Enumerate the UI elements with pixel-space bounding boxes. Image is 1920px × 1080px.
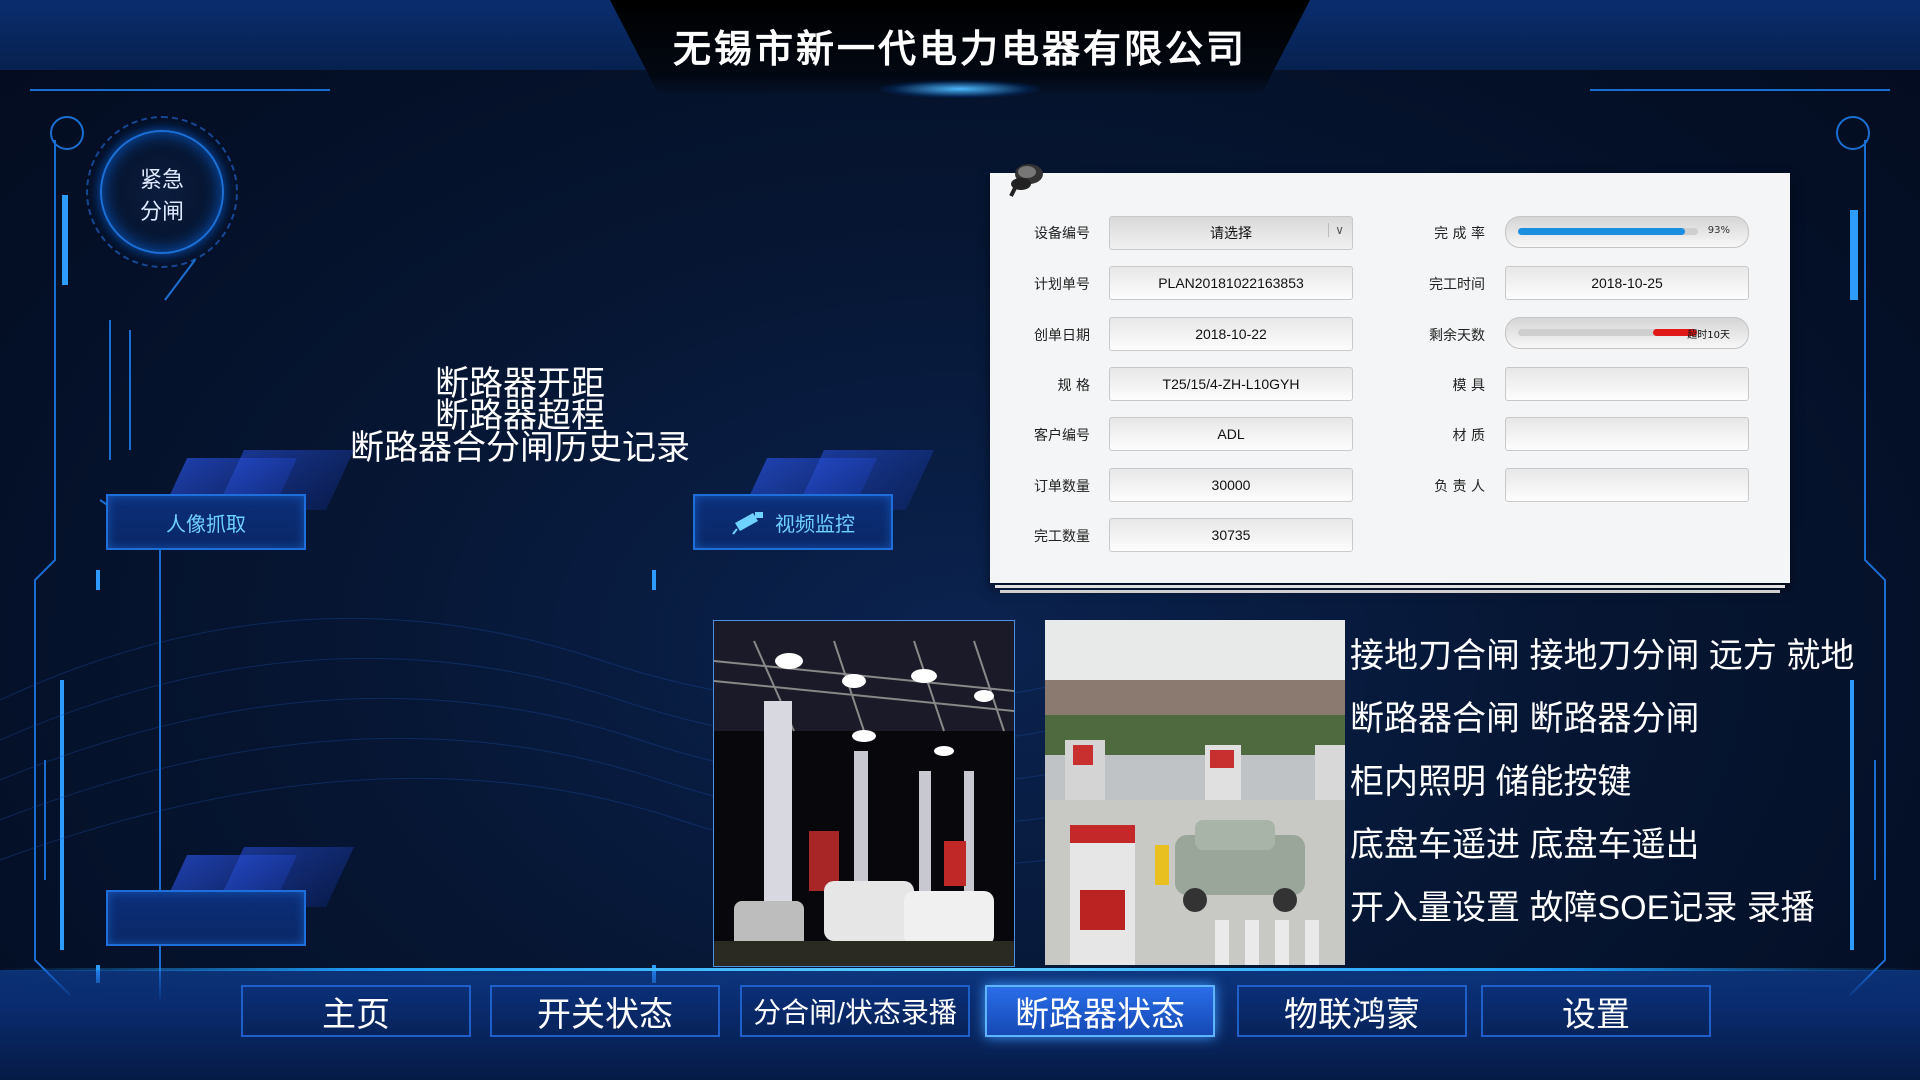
video-monitor-label: 视频监控 — [775, 511, 855, 536]
owner-field[interactable] — [1505, 468, 1749, 502]
device-no-select[interactable]: 请选择 ∨ — [1109, 216, 1353, 250]
done-qty-field[interactable]: 30735 — [1109, 518, 1353, 552]
face-capture-button[interactable]: 人像抓取 — [106, 494, 306, 550]
done-time-label: 完工时间 — [1429, 277, 1485, 293]
tab-recording[interactable]: 分合闸/状态录播 — [740, 985, 970, 1037]
emergency-line2: 分闸 — [139, 200, 184, 225]
plan-no-field[interactable]: PLAN20181022163853 — [1109, 266, 1353, 300]
blank-button[interactable] — [106, 890, 306, 946]
completion-rate-progress: 93% — [1505, 216, 1749, 248]
progress-fill — [1518, 228, 1685, 235]
tab-iot-harmony-label: 物联鸿蒙 — [1284, 995, 1420, 1034]
tab-breaker-status-label: 断路器状态 — [1015, 995, 1185, 1034]
completion-rate-value: 93% — [1707, 225, 1730, 236]
breaker-info-text: 断路器开距 断路器超程 断路器合分闸历史记录 — [330, 367, 710, 465]
remaining-days-label: 剩余天数 — [1429, 328, 1485, 344]
day-gas-station-image — [1045, 620, 1345, 965]
tab-recording-label: 分合闸/状态录播 — [753, 997, 957, 1028]
tab-home-label: 主页 — [322, 995, 390, 1034]
plan-no-label: 计划单号 — [1034, 277, 1090, 293]
video-monitor-button[interactable]: 视频监控 — [693, 494, 893, 550]
mold-label: 模 具 — [1452, 378, 1485, 394]
panel-shadow-edge — [995, 585, 1785, 588]
emergency-break-label: 紧急 分闸 — [100, 165, 224, 229]
tab-home[interactable]: 主页 — [241, 985, 471, 1037]
material-field[interactable] — [1505, 417, 1749, 451]
spec-field[interactable]: T25/15/4-ZH-L10GYH — [1109, 367, 1353, 401]
breaker-open-distance[interactable]: 断路器开距 — [330, 367, 710, 401]
completion-rate-label: 完 成 率 — [1434, 226, 1485, 242]
material-label: 材 质 — [1452, 428, 1485, 444]
panel-shadow-edge — [1000, 590, 1780, 593]
done-qty-label: 完工数量 — [1034, 529, 1090, 545]
customer-no-field[interactable]: ADL — [1109, 417, 1353, 451]
face-capture-label: 人像抓取 — [166, 511, 246, 536]
chevron-down-icon: ∨ — [1328, 223, 1344, 237]
ground-switch-line[interactable]: 接地刀合闸 接地刀分闸 远方 就地 — [1350, 625, 1910, 688]
emergency-line1: 紧急 — [139, 168, 184, 193]
tab-settings[interactable]: 设置 — [1481, 985, 1711, 1037]
chassis-line[interactable]: 底盘车遥进 底盘车遥出 — [1350, 814, 1910, 877]
device-no-value: 请选择 — [1210, 225, 1252, 241]
create-date-label: 创单日期 — [1034, 328, 1090, 344]
io-soe-line[interactable]: 开入量设置 故障SOE记录 录播 — [1350, 877, 1910, 940]
order-qty-label: 订单数量 — [1034, 479, 1090, 495]
cabinet-light-line[interactable]: 柜内照明 储能按键 — [1350, 751, 1910, 814]
tab-switch-status-label: 开关状态 — [537, 995, 673, 1034]
mold-field[interactable] — [1505, 367, 1749, 401]
done-time-field[interactable]: 2018-10-25 — [1505, 266, 1749, 300]
breaker-history[interactable]: 断路器合分闸历史记录 — [330, 431, 710, 465]
pushpin-icon — [1009, 164, 1043, 197]
breaker-overtravel[interactable]: 断路器超程 — [330, 399, 710, 433]
tab-settings-label: 设置 — [1562, 995, 1630, 1034]
customer-no-label: 客户编号 — [1034, 428, 1090, 444]
create-date-field[interactable]: 2018-10-22 — [1109, 317, 1353, 351]
control-functions-text: 接地刀合闸 接地刀分闸 远方 就地 断路器合闸 断路器分闸 柜内照明 储能按键 … — [1350, 625, 1910, 940]
day-station-photo — [1045, 620, 1345, 965]
tab-iot-harmony[interactable]: 物联鸿蒙 — [1237, 985, 1467, 1037]
night-gas-station-image — [714, 621, 1014, 966]
order-qty-field[interactable]: 30000 — [1109, 468, 1353, 502]
remaining-days-value: 超时10天 — [1687, 330, 1730, 341]
night-station-photo — [713, 620, 1015, 967]
tab-switch-status[interactable]: 开关状态 — [490, 985, 720, 1037]
breaker-close-open-line[interactable]: 断路器合闸 断路器分闸 — [1350, 688, 1910, 751]
camera-icon — [732, 512, 763, 535]
nav-glow-line — [0, 968, 1920, 971]
spec-label: 规 格 — [1057, 378, 1090, 394]
owner-label: 负 责 人 — [1434, 479, 1485, 495]
remaining-days-progress: 超时10天 — [1505, 317, 1749, 349]
device-no-label: 设备编号 — [1034, 226, 1090, 242]
tab-breaker-status[interactable]: 断路器状态 — [985, 985, 1215, 1037]
